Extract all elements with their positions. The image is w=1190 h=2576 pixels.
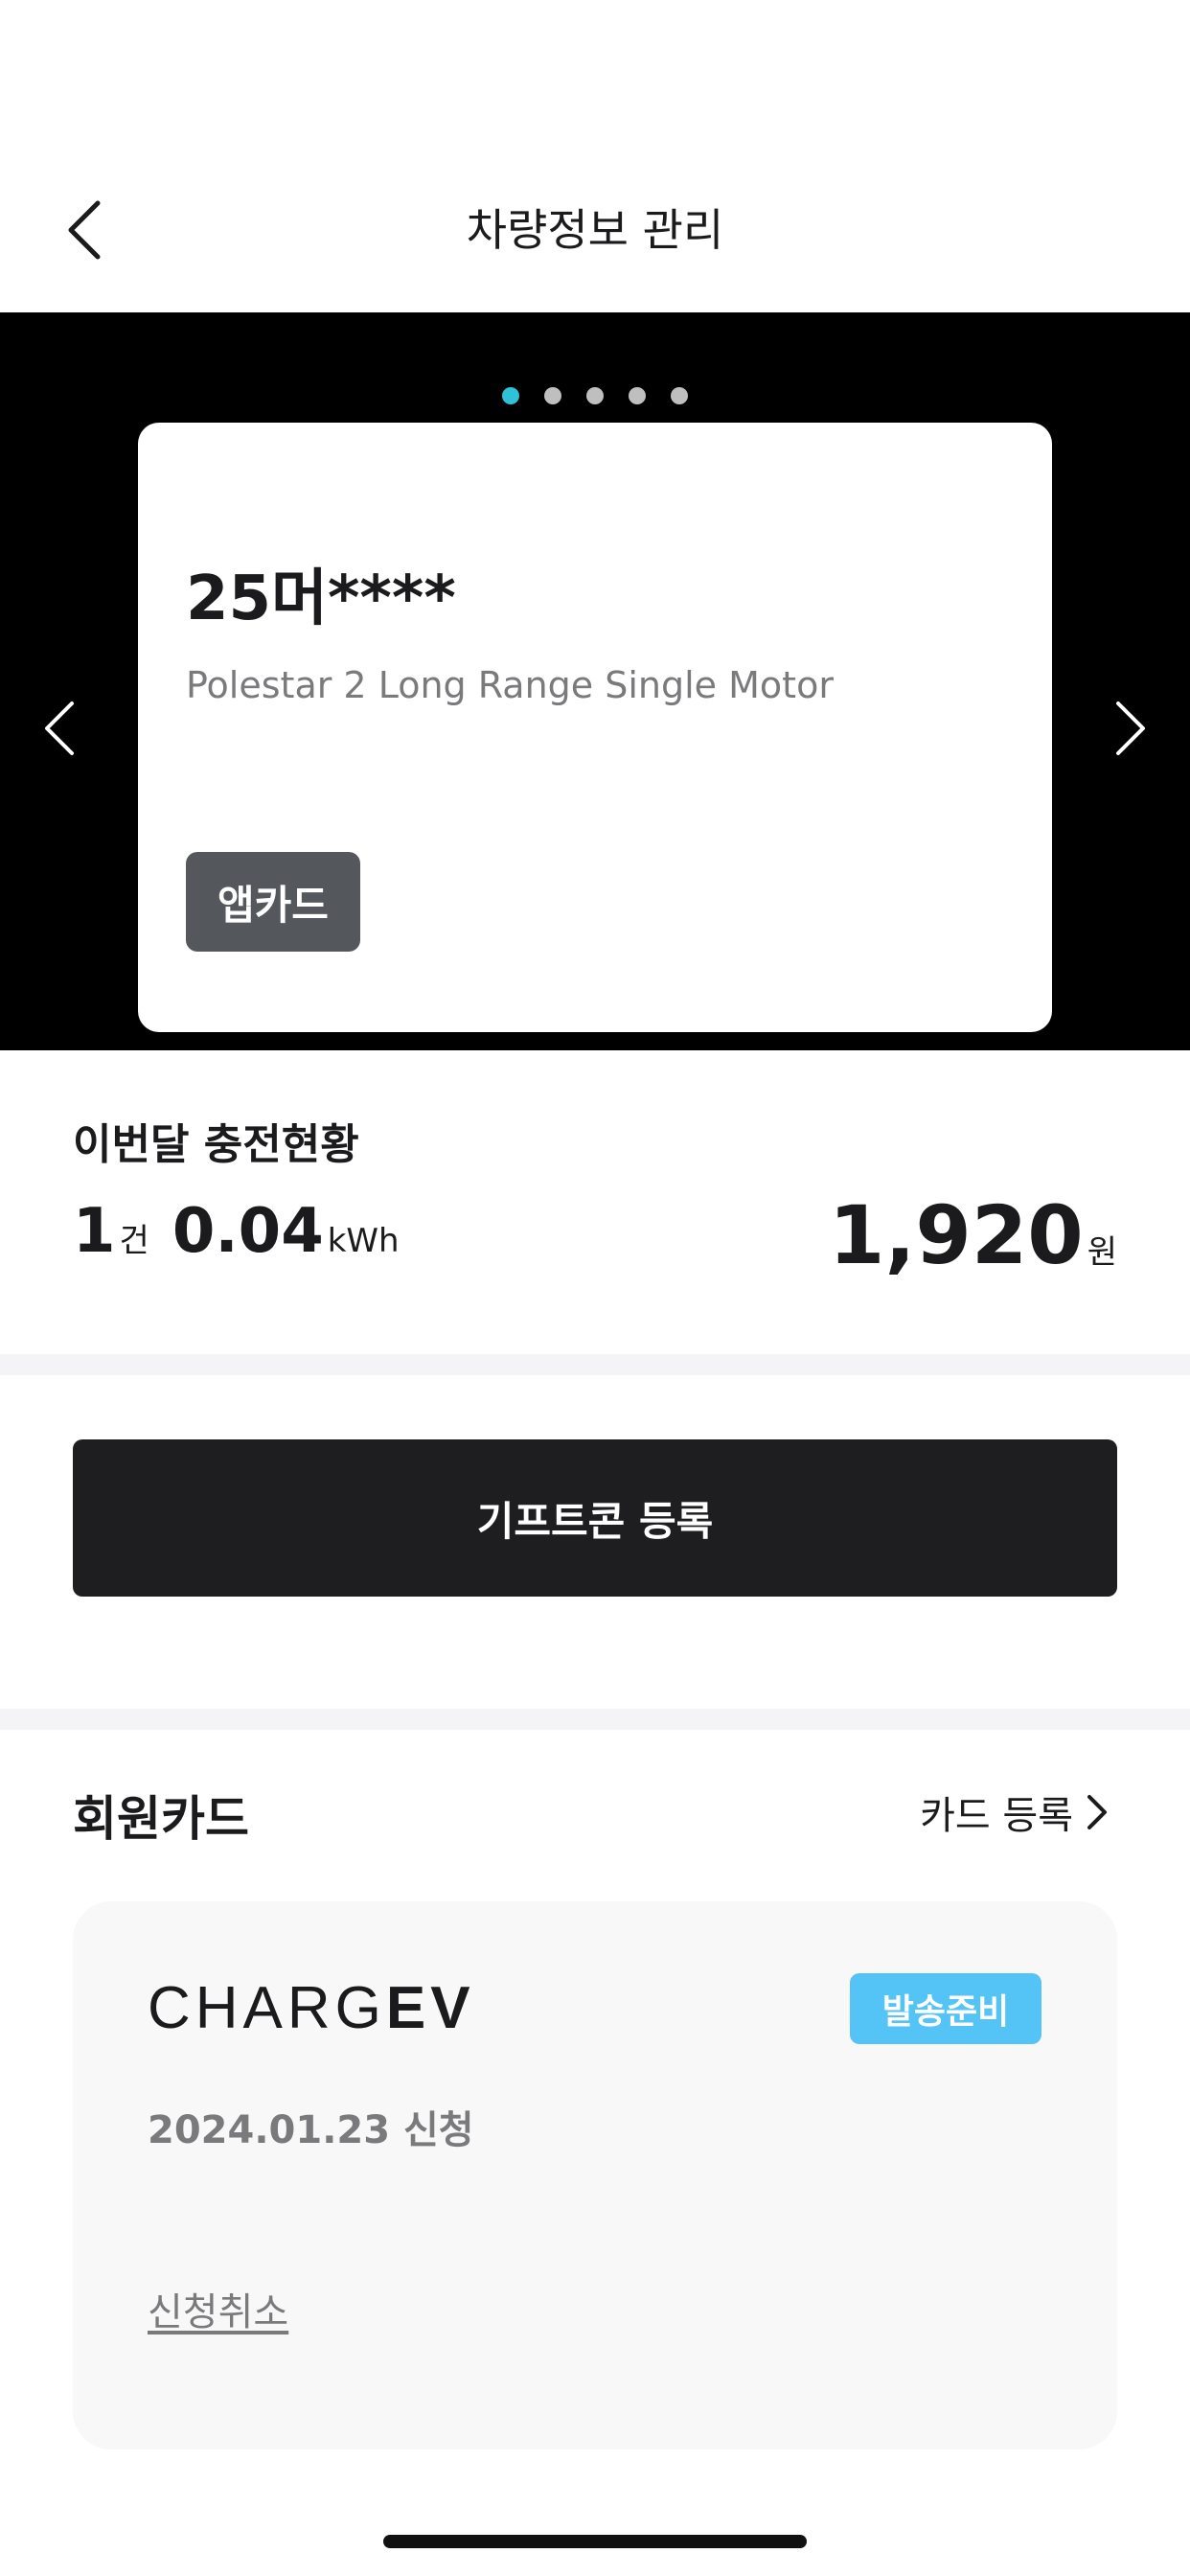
charge-energy-unit: kWh	[327, 1222, 400, 1260]
cancel-application-link[interactable]: 신청취소	[148, 2281, 288, 2336]
pagination-dot-5[interactable]	[671, 387, 688, 404]
pagination-dot-4[interactable]	[629, 387, 646, 404]
charging-summary: 1 건 0.04 kWh	[73, 1196, 400, 1267]
charge-count: 1	[73, 1196, 116, 1267]
pagination-dot-3[interactable]	[586, 387, 604, 404]
card-register-link[interactable]: 카드 등록	[920, 1784, 1108, 1840]
pagination-dot-2[interactable]	[544, 387, 561, 404]
card-register-label: 카드 등록	[920, 1794, 1073, 1838]
chevron-right-icon	[1116, 702, 1145, 755]
vehicle-plate: 25머****	[186, 564, 456, 634]
status-badge: 발송준비	[850, 1973, 1041, 2044]
carousel-prev-button[interactable]	[29, 680, 90, 776]
vehicle-model: Polestar 2 Long Range Single Motor	[186, 664, 834, 706]
pagination-dot-1[interactable]	[502, 387, 519, 404]
charge-energy: 0.04	[172, 1196, 324, 1267]
chargev-logo: CHARGEV	[148, 1975, 475, 2041]
member-card: CHARGEV 발송준비 2024.01.23 신청 신청취소	[73, 1901, 1117, 2450]
app-header	[0, 0, 1190, 312]
member-card-title: 회원카드	[73, 1791, 249, 1847]
chevron-right-icon	[1087, 1795, 1107, 1829]
section-divider	[0, 1354, 1190, 1375]
home-indicator[interactable]	[383, 2535, 807, 2548]
page-title: 차량정보 관리	[466, 204, 724, 256]
appcard-badge: 앱카드	[186, 852, 360, 952]
gifticon-register-button[interactable]: 기프트콘 등록	[73, 1439, 1117, 1597]
charge-amount-unit: 원	[1087, 1233, 1117, 1272]
chevron-left-icon	[45, 702, 74, 755]
charge-count-unit: 건	[119, 1222, 149, 1260]
charge-amount-value: 1,920	[829, 1188, 1084, 1282]
charge-amount: 1,920 원	[829, 1188, 1117, 1282]
carousel-next-button[interactable]	[1100, 680, 1161, 776]
section-divider	[0, 1709, 1190, 1730]
carousel-pagination	[0, 387, 1190, 406]
apply-date: 2024.01.23 신청	[148, 2108, 474, 2152]
monthly-charging-title: 이번달 충전현황	[73, 1120, 359, 1169]
vehicle-card[interactable]: 25머**** Polestar 2 Long Range Single Mot…	[138, 423, 1052, 1032]
